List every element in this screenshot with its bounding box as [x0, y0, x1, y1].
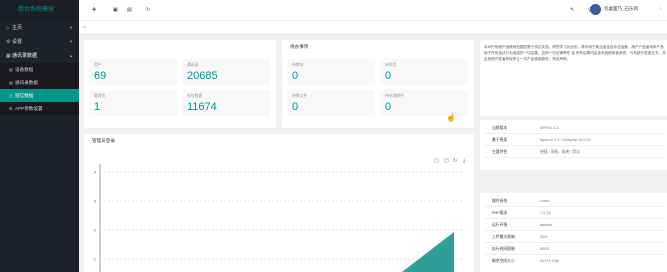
stat-value: 0	[292, 101, 299, 113]
sidebar-item-label: 通讯录数据	[12, 53, 38, 59]
chevron-down-icon: ▼	[69, 39, 73, 44]
stat-label: 待发货	[385, 63, 397, 67]
info-key: 操作系统	[492, 199, 508, 203]
stat-label: 短信数据	[187, 94, 203, 98]
stat-label: 待处理邮件	[385, 94, 404, 98]
info-key: 执行时间限制	[492, 247, 515, 251]
info-value: apache	[540, 223, 553, 227]
sidebar: 后台系统模块 ⌂ 主页 ▼ ⚙ 设置 ▼ ▦通讯录数据 ▲ ▤ 设备数据 ▤ 通讯录数据 ▤ 短…	[0, 0, 79, 272]
stat-label: 通讯录	[187, 63, 199, 67]
info-key: 主要特色	[492, 150, 508, 154]
stat-label: 待审核	[292, 63, 304, 67]
server-row: 上传最大限制 30M	[484, 231, 666, 243]
y-tick-label: 2	[94, 228, 97, 233]
save-icon[interactable]: ▣	[113, 7, 118, 13]
chart-area	[402, 232, 454, 272]
sidebar-item-home[interactable]: ⌂ 主页 ▼	[0, 21, 79, 35]
sidebar-subitem-label: 通讯录数据	[15, 80, 38, 85]
stat-users[interactable]: 用户 69	[89, 59, 177, 85]
stat-value: 69	[94, 70, 107, 82]
info-key: 上传最大限制	[492, 235, 515, 239]
todo-pending-review[interactable]: 待审核 0	[287, 59, 375, 85]
stat-value: 1	[94, 101, 101, 113]
mouse-cursor-icon: ☝	[446, 113, 456, 122]
stat-label: 用户	[94, 63, 102, 67]
info-key: 当前版本	[492, 126, 508, 130]
home-tab-icon[interactable]: ⌂	[83, 24, 86, 30]
info-key: 运行环境	[492, 223, 508, 227]
stat-label: 待审文件	[292, 94, 308, 98]
server-row: 操作系统 Linux	[484, 195, 666, 207]
info-value: Linux	[540, 199, 550, 203]
stats-card: 用户 69 通讯录 20685 管理员 1 短信数据 11674	[84, 40, 276, 128]
chevron-down-icon: ▼	[69, 25, 73, 30]
sidebar-subitem-devices[interactable]: ▤ 设备数据	[0, 63, 79, 76]
app-logo: 后台系统模块	[0, 0, 79, 21]
sidebar-subitem-label: 设备数据	[15, 67, 34, 72]
info-key: 基于框架	[492, 138, 508, 142]
info-value: 便捷 / 高效 / 清爽 / 简洁	[540, 150, 580, 154]
avatar[interactable]	[590, 4, 601, 15]
refresh-icon[interactable]: ↻	[146, 7, 150, 13]
todo-pending-ship[interactable]: 待发货 0	[380, 59, 468, 85]
sidebar-item-settings[interactable]: ⚙ 设置 ▼	[0, 35, 79, 49]
version-row: 当前版本 APPV1.1.3	[484, 122, 666, 134]
sidebar-subitem-contacts[interactable]: ▤ 通讯录数据	[0, 76, 79, 89]
add-icon[interactable]: ✚	[92, 7, 96, 13]
info-key: 剩余空间大小	[492, 259, 515, 263]
stat-admins[interactable]: 管理员 1	[89, 90, 177, 116]
stat-value: 0	[292, 70, 299, 82]
trash-icon[interactable]: ▤	[127, 7, 132, 13]
user-name[interactable]: 包桌面乃_石乐风	[604, 6, 638, 12]
chevron-up-icon: ▲	[69, 53, 73, 58]
info-value: layui-v2.2.5 / thinkphp-v5.0.24	[540, 138, 591, 142]
brush-icon[interactable]: ✎	[570, 7, 574, 13]
stat-value: 11674	[187, 101, 217, 113]
stat-sms[interactable]: 短信数据 11674	[182, 90, 270, 116]
info-value: 300S	[540, 247, 549, 251]
sidebar-item-label: 设置	[12, 39, 23, 45]
stat-contacts[interactable]: 通讯录 20685	[182, 59, 270, 85]
more-icon[interactable]: ⋮	[658, 6, 663, 12]
sidebar-subitem-app-settings[interactable]: ⚙ APP参数设置	[0, 102, 79, 115]
sidebar-subitem-sms[interactable]: ▤ 短信数据	[0, 89, 79, 102]
stat-label: 管理员	[94, 94, 106, 98]
sidebar-subitem-label: APP参数设置	[15, 106, 43, 111]
version-row: 基于框架 layui-v2.2.5 / thinkphp-v5.0.24	[484, 134, 666, 146]
y-tick-label: 4	[94, 170, 97, 175]
topbar: ✚ ▣ ▤ ↻ ✎ ⚲	[79, 0, 667, 21]
tab-bar: ⌂	[79, 21, 667, 35]
sidebar-item-contacts[interactable]: ▦通讯录数据 ▲	[0, 49, 79, 63]
version-row: 主要特色 便捷 / 高效 / 清爽 / 简洁	[484, 146, 666, 158]
card-title: 待办事项	[290, 44, 309, 49]
info-value: 30M	[540, 235, 548, 239]
stat-value: 20685	[187, 70, 218, 82]
chart-title: 管理员登录	[92, 138, 115, 143]
info-value: 34374.20M	[540, 259, 559, 263]
y-tick-label: 3	[94, 199, 97, 204]
y-tick-label: 1	[94, 257, 97, 262]
login-chart: 4 3 2 1	[94, 164, 464, 272]
info-key: PHP版本	[492, 211, 508, 215]
stat-value: 0	[385, 101, 392, 113]
server-row: 运行环境 apache	[484, 219, 666, 231]
server-row: 剩余空间大小 34374.20M	[484, 255, 666, 267]
intro-text: 本APP系统产品使用范围仅限于测试实验，研究学习为目的，请勿用于商业途径及非法运…	[484, 45, 666, 61]
sidebar-subitem-label: 短信数据	[15, 93, 34, 98]
server-row: PHP版本 7.0.33	[484, 207, 666, 219]
info-value: APPV1.1.3	[540, 126, 559, 130]
sidebar-item-label: 主页	[12, 25, 23, 31]
server-row: 执行时间限制 300S	[484, 243, 666, 255]
stat-value: 0	[385, 70, 392, 82]
info-value: 7.0.33	[540, 211, 551, 215]
todo-pending-files[interactable]: 待审文件 0	[287, 90, 375, 116]
